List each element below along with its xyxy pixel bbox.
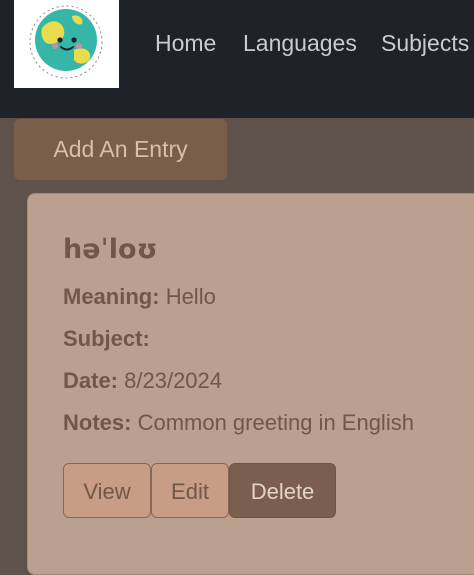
meaning-label: Meaning: xyxy=(63,284,160,309)
notes-label: Notes: xyxy=(63,410,132,435)
delete-button[interactable]: Delete xyxy=(229,463,336,518)
meaning-field: Meaning: Hello xyxy=(63,283,216,311)
nav-link-subjects[interactable]: Subjects xyxy=(381,29,469,57)
date-label: Date: xyxy=(63,368,119,393)
subject-label: Subject: xyxy=(63,326,150,351)
add-entry-button[interactable]: Add An Entry xyxy=(14,119,227,180)
nav-link-languages[interactable]: Languages xyxy=(243,29,357,57)
date-field: Date: 8/23/2024 xyxy=(63,367,222,395)
meaning-value: Hello xyxy=(165,284,216,309)
nav-link-home[interactable]: Home xyxy=(155,29,216,57)
view-button[interactable]: View xyxy=(63,463,151,518)
notes-field: Notes: Common greeting in English xyxy=(63,409,414,437)
navbar: Home Languages Subjects xyxy=(0,0,474,118)
globe-logo-icon[interactable] xyxy=(14,0,119,88)
date-value: 8/23/2024 xyxy=(124,368,223,393)
notes-value: Common greeting in English xyxy=(137,410,414,435)
subject-field: Subject: xyxy=(63,325,150,353)
entry-word: həˈloʊ xyxy=(63,234,158,265)
edit-button[interactable]: Edit xyxy=(151,463,229,518)
